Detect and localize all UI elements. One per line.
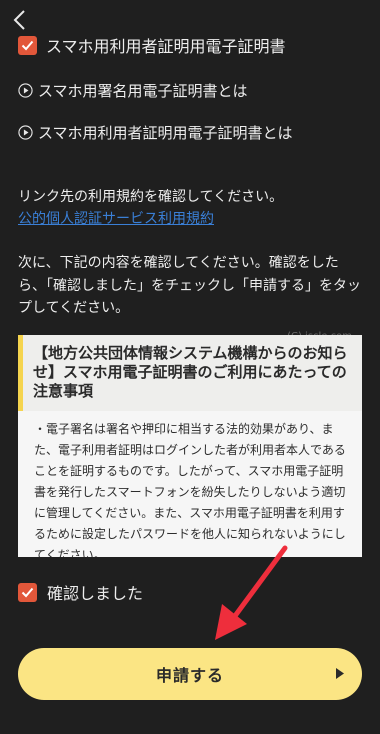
back-button[interactable] (8, 6, 30, 34)
checkmark-icon (21, 40, 34, 51)
chevron-left-icon (13, 10, 25, 30)
terms-of-use-link[interactable]: 公的個人認証サービス利用規約 (18, 208, 214, 230)
confirm-instruction: 次に、下記の内容を確認してください。確認をしたら、「確認しました」をチェックし「… (18, 255, 361, 316)
top-checkbox[interactable] (18, 36, 37, 55)
apply-button[interactable]: 申請する (18, 648, 362, 700)
confirm-checkbox-label[interactable]: 確認しました (47, 580, 143, 604)
info-link-signature-cert[interactable]: スマホ用署名用電子証明書とは (18, 80, 248, 101)
confirm-checkbox[interactable] (18, 583, 37, 602)
info-link-label: スマホ用利用者証明用電子証明書とは (38, 124, 293, 142)
terms-instruction: リンク先の利用規約を確認してください。 (18, 189, 284, 205)
apply-button-label: 申請する (155, 666, 224, 685)
info-link-label: スマホ用署名用電子証明書とは (38, 82, 248, 100)
info-link-user-cert[interactable]: スマホ用利用者証明用電子証明書とは (18, 122, 293, 143)
top-checkbox-label: スマホ用利用者証明用電子証明書 (46, 37, 286, 56)
notice-body: ・電子署名は署名や押印に相当する法的効果があり、また、電子利用者証明はログインし… (34, 422, 346, 557)
checkmark-icon (21, 587, 34, 598)
notice-title: 【地方公共団体情報システム機構からのお知らせ】スマホ用電子証明書のご利用にあたっ… (18, 335, 362, 411)
notice-box[interactable]: 【地方公共団体情報システム機構からのお知らせ】スマホ用電子証明書のご利用にあたっ… (18, 335, 362, 557)
play-circle-icon (18, 125, 33, 140)
play-circle-icon (18, 83, 33, 98)
play-arrow-icon (336, 668, 344, 679)
